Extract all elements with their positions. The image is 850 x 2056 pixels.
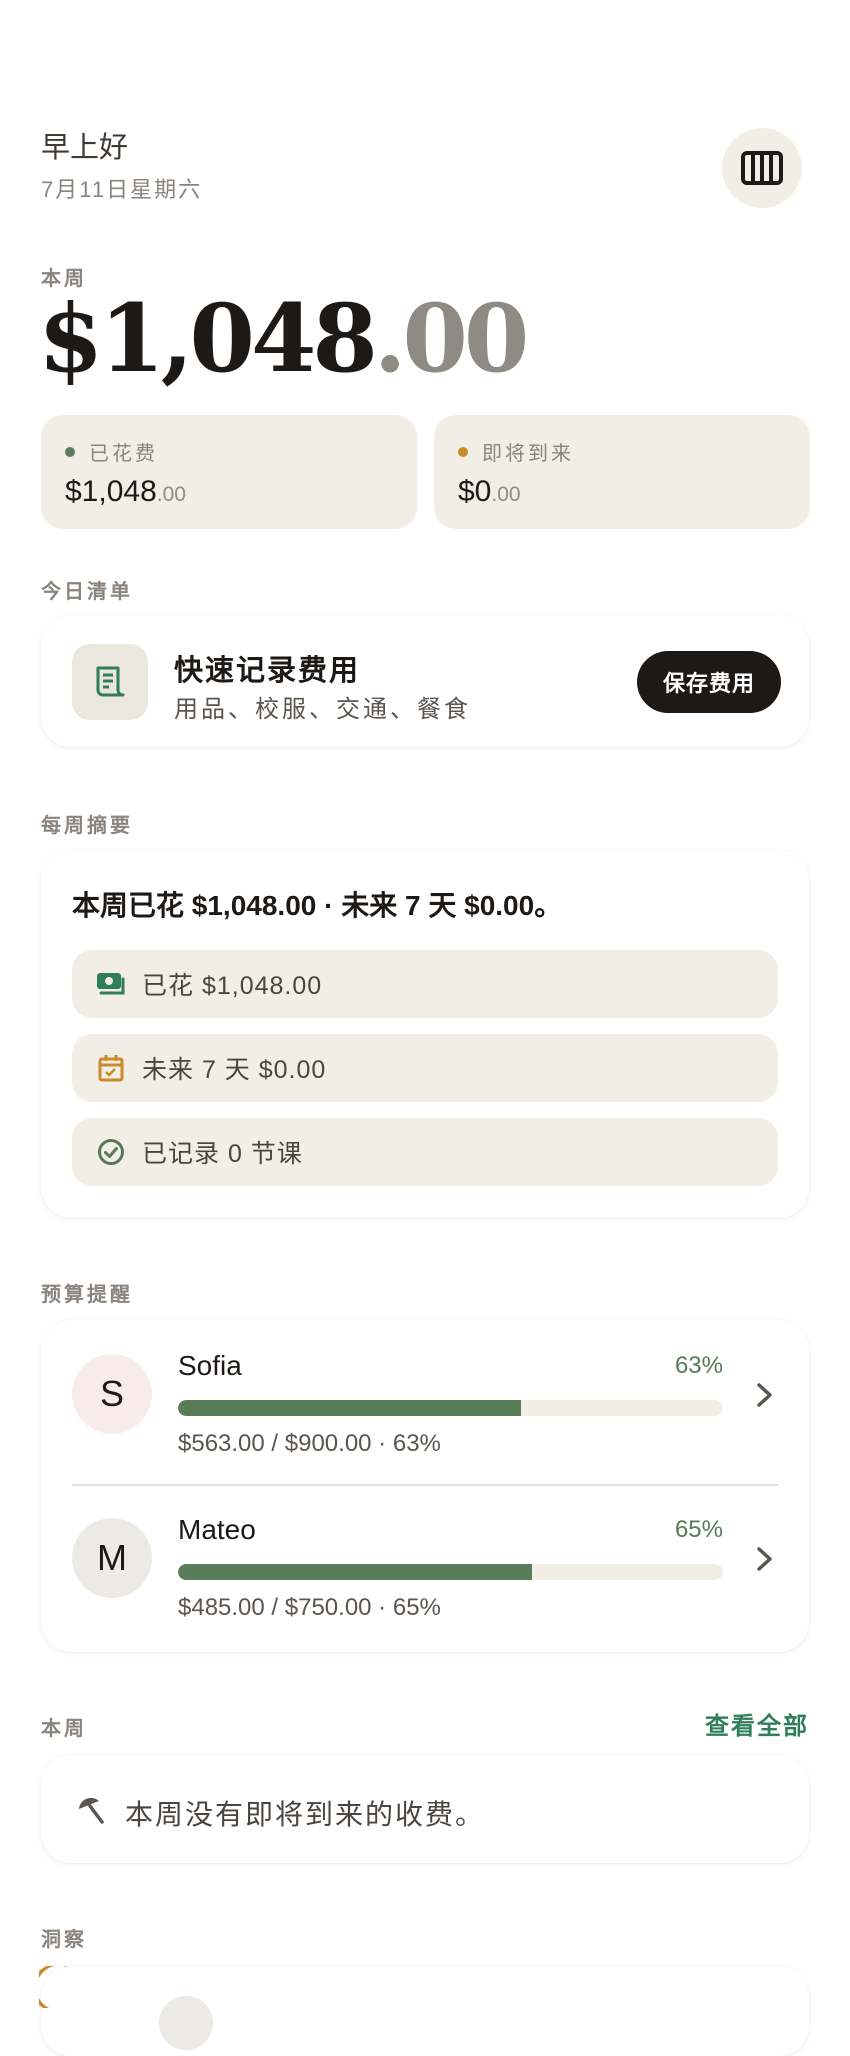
avatar: M	[72, 1518, 152, 1598]
view-all-link[interactable]: 查看全部	[640, 1706, 809, 1741]
summary-item-upcoming: 未来 7 天 $0.00	[72, 1034, 778, 1102]
upcoming-dot	[458, 446, 468, 457]
week-total: $1,048.00	[38, 292, 529, 386]
spent-card: 已花费 $1,048.00	[41, 415, 417, 529]
budget-section-label: 预算提醒	[41, 1284, 133, 1306]
summary-headline: 本周已花 $1,048.00 · 未来 7 天 $0.00。	[72, 890, 563, 921]
chevron-right-icon	[757, 1547, 772, 1571]
spent-label: 已花费	[89, 443, 158, 465]
budget-row-sofia[interactable]: S Sofia 63% $563.00 / $900.00 · 63%	[41, 1320, 809, 1470]
budget-percent: 63%	[674, 1352, 723, 1379]
week-total-main: $1,048	[38, 284, 378, 394]
avatar: S	[72, 1354, 152, 1434]
empty-charges-text: 本周没有即将到来的收费。	[125, 1799, 486, 1830]
budget-name: Sofia	[178, 1350, 242, 1381]
insights-section-label: 洞察	[41, 1929, 87, 1951]
upcoming-value: $0.00	[458, 475, 521, 509]
summary-item-text: 未来 7 天 $0.00	[142, 1056, 327, 1084]
spent-main: $1,048	[65, 475, 157, 508]
moon-icon	[39, 1966, 69, 2008]
columns-button[interactable]	[722, 128, 802, 208]
upcoming-label: 即将到来	[482, 443, 574, 465]
summary-item-spent: 已花 $1,048.00	[72, 950, 778, 1018]
budget-progress-fill	[178, 1564, 533, 1580]
quick-expense-card: 快速记录费用 用品、校服、交通、餐食 保存费用	[41, 615, 809, 747]
budget-progress-track	[178, 1564, 723, 1580]
columns-icon	[741, 151, 783, 185]
this-week-card: 本周没有即将到来的收费。	[41, 1755, 809, 1863]
spent-value: $1,048.00	[65, 475, 186, 509]
calendar-check-icon	[98, 1055, 124, 1082]
avatar	[159, 1996, 213, 2050]
quick-expense-icon-box	[72, 644, 148, 720]
upcoming-main: $0	[458, 475, 492, 508]
budget-name: Mateo	[178, 1514, 256, 1545]
cash-icon	[97, 973, 125, 995]
beach-umbrella-icon	[79, 1797, 104, 1824]
save-expense-button[interactable]: 保存费用	[637, 651, 781, 713]
budget-percent: 65%	[674, 1516, 723, 1543]
spent-dot	[65, 446, 75, 457]
weekly-summary-card: 本周已花 $1,048.00 · 未来 7 天 $0.00。 已花 $1,048…	[41, 850, 809, 1218]
chevron-right-icon	[757, 1383, 772, 1407]
summary-item-lessons: 已记录 0 节课	[72, 1118, 778, 1186]
receipt-icon	[96, 666, 125, 697]
spent-cents: .00	[156, 483, 186, 506]
budget-row-mateo[interactable]: M Mateo 65% $485.00 / $750.00 · 65%	[41, 1484, 809, 1634]
date-label: 7月11日星期六	[41, 177, 203, 202]
insights-card	[39, 1966, 809, 2056]
summary-item-text: 已花 $1,048.00	[142, 972, 323, 1000]
budget-detail: $563.00 / $900.00 · 63%	[178, 1430, 441, 1457]
greeting: 早上好	[41, 132, 129, 164]
budget-progress-fill	[178, 1400, 522, 1416]
check-circle-icon	[98, 1139, 124, 1165]
upcoming-cents: .00	[491, 483, 521, 506]
budget-detail: $485.00 / $750.00 · 65%	[178, 1594, 441, 1621]
summary-item-text: 已记录 0 节课	[142, 1140, 303, 1168]
budget-card: S Sofia 63% $563.00 / $900.00 · 63% M Ma…	[41, 1320, 809, 1652]
this-week-section-label: 本周	[41, 1718, 87, 1740]
week-total-cents: .00	[373, 284, 530, 394]
budget-progress-track	[178, 1400, 723, 1416]
quick-expense-title: 快速记录费用	[174, 655, 361, 687]
page: 早上好 7月11日星期六 本周 $1,048.00 已花费 $1,048.00 …	[0, 0, 850, 2056]
summary-section-label: 每周摘要	[41, 815, 133, 837]
today-section-label: 今日清单	[41, 581, 133, 603]
upcoming-card: 即将到来 $0.00	[434, 415, 810, 529]
quick-expense-subtitle: 用品、校服、交通、餐食	[174, 696, 471, 723]
